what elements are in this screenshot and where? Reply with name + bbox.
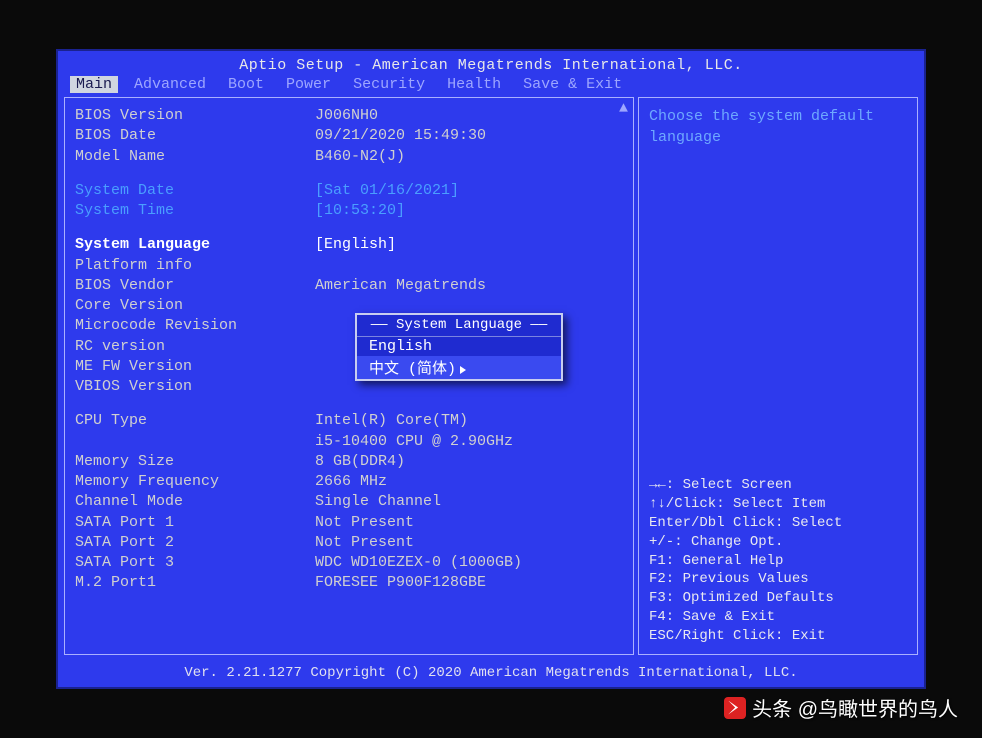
field-value: Not Present: [315, 533, 414, 553]
title-bar: Aptio Setup - American Megatrends Intern…: [58, 51, 924, 76]
help-panel: Choose the system default language →←: S…: [638, 97, 918, 655]
field-row: Channel ModeSingle Channel: [75, 492, 623, 512]
menu-tab-main[interactable]: Main: [70, 76, 118, 93]
field-label: SATA Port 2: [75, 533, 315, 553]
field-value: 09/21/2020 15:49:30: [315, 126, 486, 146]
key-hint: F4: Save & Exit: [649, 608, 907, 627]
key-hints: →←: Select Screen↑↓/Click: Select ItemEn…: [649, 476, 907, 646]
field-label: ME FW Version: [75, 357, 315, 377]
field-row[interactable]: System Time[10:53:20]: [75, 201, 623, 221]
key-hint: ESC/Right Click: Exit: [649, 627, 907, 646]
field-label: CPU Type: [75, 411, 315, 431]
field-label: System Date: [75, 181, 315, 201]
field-label: SATA Port 1: [75, 513, 315, 533]
field-row: Memory Size8 GB(DDR4): [75, 452, 623, 472]
field-value: J006NH0: [315, 106, 378, 126]
field-label: [75, 432, 315, 452]
field-label: BIOS Date: [75, 126, 315, 146]
menu-tab-health[interactable]: Health: [441, 76, 507, 93]
field-row: Platform info: [75, 256, 623, 276]
scroll-up-icon[interactable]: ▲: [619, 100, 629, 116]
field-value[interactable]: [Sat 01/16/2021]: [315, 181, 459, 201]
field-value: Single Channel: [315, 492, 441, 512]
field-row: CPU TypeIntel(R) Core(TM): [75, 411, 623, 431]
menu-tab-power[interactable]: Power: [280, 76, 337, 93]
language-popup: —— System Language —— English中文 (简体): [355, 313, 563, 381]
field-value: Not Present: [315, 513, 414, 533]
field-label: Channel Mode: [75, 492, 315, 512]
field-value: i5-10400 CPU @ 2.90GHz: [315, 432, 513, 452]
field-row: M.2 Port1FORESEE P900F128GBE: [75, 573, 623, 593]
field-row: SATA Port 1Not Present: [75, 513, 623, 533]
key-hint: F3: Optimized Defaults: [649, 589, 907, 608]
field-label: VBIOS Version: [75, 377, 315, 397]
field-row: Model NameB460-N2(J): [75, 147, 623, 167]
help-text: Choose the system default language: [649, 106, 907, 148]
watermark-text: 头条 @鸟瞰世界的鸟人: [752, 693, 958, 722]
cursor-icon: [460, 366, 466, 374]
field-row: SATA Port 3WDC WD10EZEX-0 (1000GB): [75, 553, 623, 573]
field-label: Core Version: [75, 296, 315, 316]
watermark: 头条 @鸟瞰世界的鸟人: [724, 693, 958, 722]
field-row: i5-10400 CPU @ 2.90GHz: [75, 432, 623, 452]
popup-option[interactable]: English: [357, 337, 561, 356]
field-label: SATA Port 3: [75, 553, 315, 573]
field-label: M.2 Port1: [75, 573, 315, 593]
field-value[interactable]: [English]: [315, 235, 396, 255]
field-value: Intel(R) Core(TM): [315, 411, 468, 431]
field-row: Memory Frequency2666 MHz: [75, 472, 623, 492]
field-value: 2666 MHz: [315, 472, 387, 492]
field-value[interactable]: [10:53:20]: [315, 201, 405, 221]
field-label: Memory Size: [75, 452, 315, 472]
field-row[interactable]: System Date[Sat 01/16/2021]: [75, 181, 623, 201]
field-label: RC version: [75, 337, 315, 357]
field-value: B460-N2(J): [315, 147, 405, 167]
field-label: BIOS Vendor: [75, 276, 315, 296]
key-hint: ↑↓/Click: Select Item: [649, 495, 907, 514]
field-label: System Time: [75, 201, 315, 221]
field-row: BIOS VersionJ006NH0: [75, 106, 623, 126]
key-hint: F1: General Help: [649, 552, 907, 571]
field-row: BIOS Date09/21/2020 15:49:30: [75, 126, 623, 146]
popup-title: —— System Language ——: [357, 315, 561, 337]
footer: Ver. 2.21.1277 Copyright (C) 2020 Americ…: [58, 661, 924, 687]
field-label: Platform info: [75, 256, 315, 276]
field-value: FORESEE P900F128GBE: [315, 573, 486, 593]
bios-screen: Aptio Setup - American Megatrends Intern…: [56, 49, 926, 689]
field-label: BIOS Version: [75, 106, 315, 126]
field-label: System Language: [75, 235, 315, 255]
popup-option[interactable]: 中文 (简体): [357, 356, 561, 379]
field-value: WDC WD10EZEX-0 (1000GB): [315, 553, 522, 573]
field-row[interactable]: System Language[English]: [75, 235, 623, 255]
menu-tab-advanced[interactable]: Advanced: [128, 76, 212, 93]
menu-tab-boot[interactable]: Boot: [222, 76, 270, 93]
key-hint: →←: Select Screen: [649, 476, 907, 495]
key-hint: Enter/Dbl Click: Select: [649, 514, 907, 533]
key-hint: F2: Previous Values: [649, 570, 907, 589]
field-label: Microcode Revision: [75, 316, 315, 336]
main-panel: ▲ BIOS VersionJ006NH0BIOS Date09/21/2020…: [64, 97, 634, 655]
field-value: American Megatrends: [315, 276, 486, 296]
field-label: Model Name: [75, 147, 315, 167]
menu-tab-save-exit[interactable]: Save & Exit: [517, 76, 628, 93]
body: ▲ BIOS VersionJ006NH0BIOS Date09/21/2020…: [64, 97, 918, 655]
field-label: Memory Frequency: [75, 472, 315, 492]
toutiao-logo-icon: [724, 697, 746, 719]
menu-bar: Main Advanced Boot Power Security Health Save …: [58, 76, 924, 97]
field-row: BIOS VendorAmerican Megatrends: [75, 276, 623, 296]
key-hint: +/-: Change Opt.: [649, 533, 907, 552]
field-row: SATA Port 2Not Present: [75, 533, 623, 553]
field-value: 8 GB(DDR4): [315, 452, 405, 472]
menu-tab-security[interactable]: Security: [347, 76, 431, 93]
